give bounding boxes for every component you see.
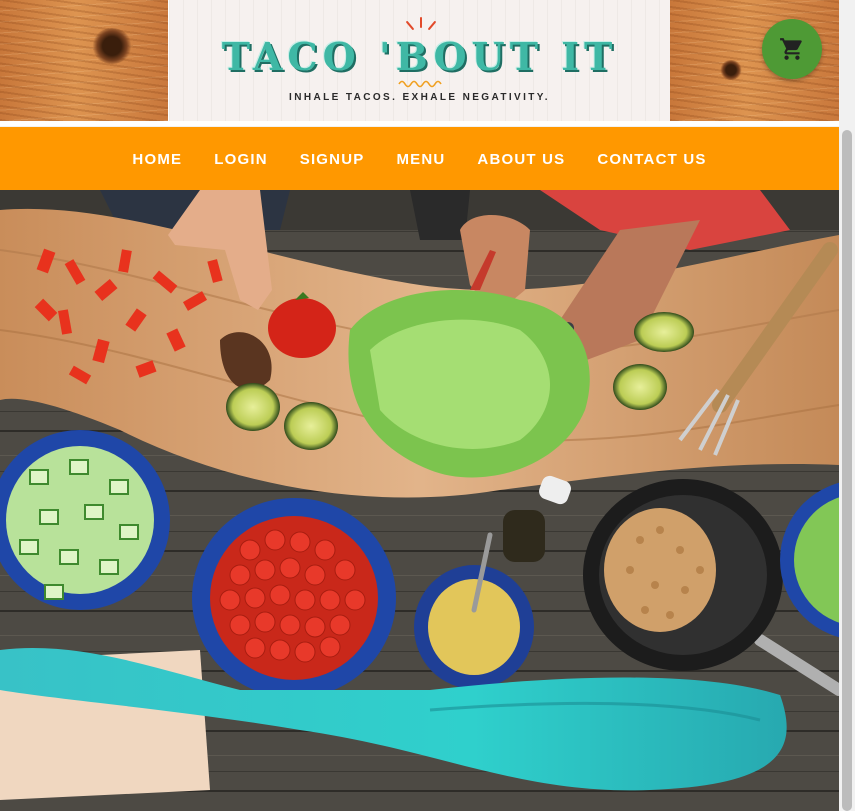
shopping-cart-icon <box>780 38 802 60</box>
nav-home[interactable]: HOME <box>131 147 183 172</box>
cart-button[interactable] <box>762 19 822 79</box>
page-scrollbar-thumb[interactable] <box>842 130 852 811</box>
wood-panel-left <box>0 0 168 121</box>
nav-menu[interactable]: MENU <box>395 147 446 172</box>
nav-contact-us[interactable]: CONTACT US <box>596 147 707 172</box>
hero-image <box>0 190 839 811</box>
nav-login[interactable]: LOGIN <box>213 147 269 172</box>
squiggle-icon <box>398 80 442 88</box>
nav-signup[interactable]: SIGNUP <box>299 147 366 172</box>
site-tagline: INHALE TACOS. EXHALE NEGATIVITY. <box>289 92 550 103</box>
site-header: TACO 'BOUT IT INHALE TACOS. EXHALE NEGAT… <box>0 0 839 122</box>
cooking-table-illustration <box>0 190 839 811</box>
main-nav: HOME LOGIN SIGNUP MENU ABOUT US CONTACT … <box>0 126 839 191</box>
sun-rays-icon <box>403 17 439 33</box>
nav-about-us[interactable]: ABOUT US <box>476 147 566 172</box>
site-title[interactable]: TACO 'BOUT IT <box>169 34 670 79</box>
